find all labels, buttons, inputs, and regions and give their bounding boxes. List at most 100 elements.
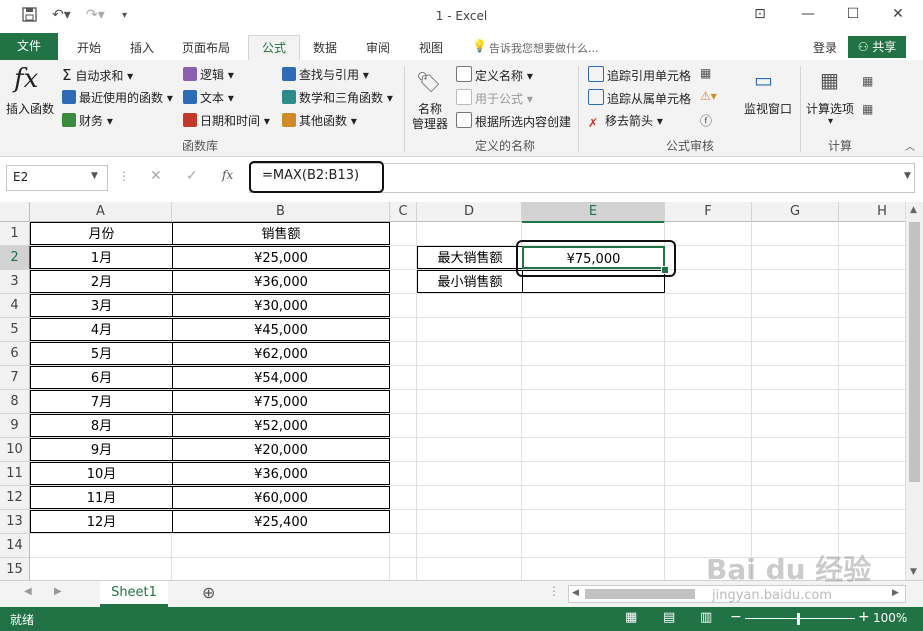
row-header[interactable]: 5	[0, 318, 30, 342]
tab-home[interactable]: 开始	[77, 39, 101, 56]
cell-month[interactable]: 11月	[30, 486, 173, 509]
cell-sales[interactable]: ¥25,400	[172, 510, 390, 533]
row-header[interactable]: 13	[0, 510, 30, 534]
tab-page-layout[interactable]: 页面布局	[182, 39, 230, 56]
name-box[interactable]: E2 ▼	[6, 165, 108, 191]
cell-a1[interactable]: 月份	[30, 222, 173, 245]
worksheet-grid[interactable]: A B C D E F G H 1 2 3 4 5 6 7 8 9 10 11 …	[0, 202, 905, 580]
zoom-slider[interactable]	[745, 618, 855, 619]
minimize-icon[interactable]: —	[793, 6, 823, 26]
zoom-level[interactable]: 100%	[873, 611, 907, 625]
math-button[interactable]: 数学和三角函数 ▾	[282, 89, 393, 106]
other-functions-button[interactable]: 其他函数 ▾	[282, 112, 357, 129]
tab-review[interactable]: 审阅	[366, 39, 390, 56]
sign-in-link[interactable]: 登录	[813, 39, 837, 56]
cell-sales[interactable]: ¥30,000	[172, 294, 390, 317]
add-sheet-icon[interactable]: ⊕	[202, 583, 215, 602]
use-in-formula-button[interactable]: 用于公式 ▾	[456, 89, 533, 107]
row-header[interactable]: 4	[0, 294, 30, 318]
cell-sales[interactable]: ¥54,000	[172, 366, 390, 389]
trace-dependents-button[interactable]: 追踪从属单元格	[588, 89, 691, 107]
collapse-ribbon-icon[interactable]: ︿	[905, 138, 915, 153]
scrollbar-thumb[interactable]	[909, 222, 920, 482]
calc-options-button[interactable]: 计算选项	[806, 100, 854, 117]
cell-sales[interactable]: ¥25,000	[172, 246, 390, 269]
calc-sheet-icon[interactable]: ▦	[862, 102, 873, 116]
cell-month[interactable]: 8月	[30, 414, 173, 437]
scroll-left-icon[interactable]: ◀	[572, 588, 579, 598]
scroll-down-icon[interactable]: ▼	[910, 567, 917, 577]
column-header-c[interactable]: C	[390, 202, 417, 222]
cancel-icon[interactable]: ✕	[150, 168, 162, 184]
close-icon[interactable]: ✕	[883, 6, 913, 26]
next-sheet-icon[interactable]: ▶	[54, 586, 62, 597]
cell-sales[interactable]: ¥36,000	[172, 462, 390, 485]
cell-month[interactable]: 2月	[30, 270, 173, 293]
watch-window-button[interactable]: 监视窗口	[744, 100, 792, 117]
logical-button[interactable]: 逻辑 ▾	[183, 66, 234, 83]
ribbon-display-icon[interactable]: ⊡	[745, 6, 775, 26]
select-all-corner[interactable]	[0, 202, 30, 222]
row-header[interactable]: 11	[0, 462, 30, 486]
row-header[interactable]: 8	[0, 390, 30, 414]
define-name-button[interactable]: 定义名称 ▾	[456, 66, 533, 84]
row-header[interactable]: 7	[0, 366, 30, 390]
row-header[interactable]: 12	[0, 486, 30, 510]
cell-sales[interactable]: ¥60,000	[172, 486, 390, 509]
column-header-b[interactable]: B	[172, 202, 390, 222]
row-header[interactable]: 9	[0, 414, 30, 438]
maximize-icon[interactable]: ☐	[838, 6, 868, 26]
column-header-g[interactable]: G	[752, 202, 839, 222]
row-header[interactable]: 10	[0, 438, 30, 462]
cell-month[interactable]: 5月	[30, 342, 173, 365]
name-manager-label-2[interactable]: 管理器	[412, 115, 448, 132]
cell-month[interactable]: 9月	[30, 438, 173, 461]
share-button[interactable]: ⚇ 共享	[848, 36, 906, 58]
tab-view[interactable]: 视图	[419, 39, 443, 56]
column-header-a[interactable]: A	[30, 202, 172, 222]
cell-sales[interactable]: ¥36,000	[172, 270, 390, 293]
datetime-button[interactable]: 日期和时间 ▾	[183, 112, 270, 129]
cell-sales[interactable]: ¥45,000	[172, 318, 390, 341]
cell-sales[interactable]: ¥75,000	[172, 390, 390, 413]
trace-precedents-button[interactable]: 追踪引用单元格	[588, 66, 691, 84]
cell-d2-label-max[interactable]: 最大销售额	[417, 246, 523, 269]
cell-sales[interactable]: ¥62,000	[172, 342, 390, 365]
normal-view-icon[interactable]: ▦	[625, 610, 637, 625]
show-formulas-icon[interactable]: ▦	[700, 66, 711, 80]
lookup-button[interactable]: 查找与引用 ▾	[282, 66, 369, 83]
row-header[interactable]: 3	[0, 270, 30, 294]
enter-icon[interactable]: ✓	[186, 168, 198, 184]
evaluate-formula-icon[interactable]: ⓕ	[700, 112, 712, 129]
row-header[interactable]: 6	[0, 342, 30, 366]
column-header-h[interactable]: H	[839, 202, 905, 222]
cell-sales[interactable]: ¥20,000	[172, 438, 390, 461]
autosum-button[interactable]: Σ 自动求和 ▾	[62, 66, 133, 84]
zoom-in-icon[interactable]: +	[858, 609, 870, 625]
cell-month[interactable]: 6月	[30, 366, 173, 389]
prev-sheet-icon[interactable]: ◀	[24, 586, 32, 597]
cell-month[interactable]: 7月	[30, 390, 173, 413]
error-checking-icon[interactable]: ⚠▾	[700, 89, 717, 103]
tell-me-input[interactable]: 告诉我您想要做什么...	[489, 40, 599, 56]
zoom-slider-thumb[interactable]	[797, 613, 800, 625]
tab-data[interactable]: 数据	[313, 39, 337, 56]
column-header-d[interactable]: D	[417, 202, 522, 222]
page-break-view-icon[interactable]: ▥	[700, 610, 712, 625]
cell-month[interactable]: 12月	[30, 510, 173, 533]
cell-b1[interactable]: 销售额	[172, 222, 390, 245]
cell-month[interactable]: 10月	[30, 462, 173, 485]
financial-button[interactable]: 财务 ▾	[62, 112, 113, 129]
scroll-up-icon[interactable]: ▲	[910, 205, 917, 215]
row-header[interactable]: 2	[0, 246, 31, 270]
sheet-tab-sheet1[interactable]: Sheet1	[100, 581, 168, 607]
expand-formula-icon[interactable]: ▼	[904, 171, 911, 181]
row-header[interactable]: 15	[0, 558, 30, 580]
scroll-right-icon[interactable]: ▶	[892, 588, 899, 598]
zoom-out-icon[interactable]: −	[730, 609, 742, 625]
text-button[interactable]: 文本 ▾	[183, 89, 234, 106]
cell-month[interactable]: 4月	[30, 318, 173, 341]
tab-insert[interactable]: 插入	[130, 39, 154, 56]
chevron-down-icon[interactable]: ▼	[91, 171, 98, 181]
remove-arrows-button[interactable]: ✗ 移去箭头 ▾	[588, 112, 663, 130]
